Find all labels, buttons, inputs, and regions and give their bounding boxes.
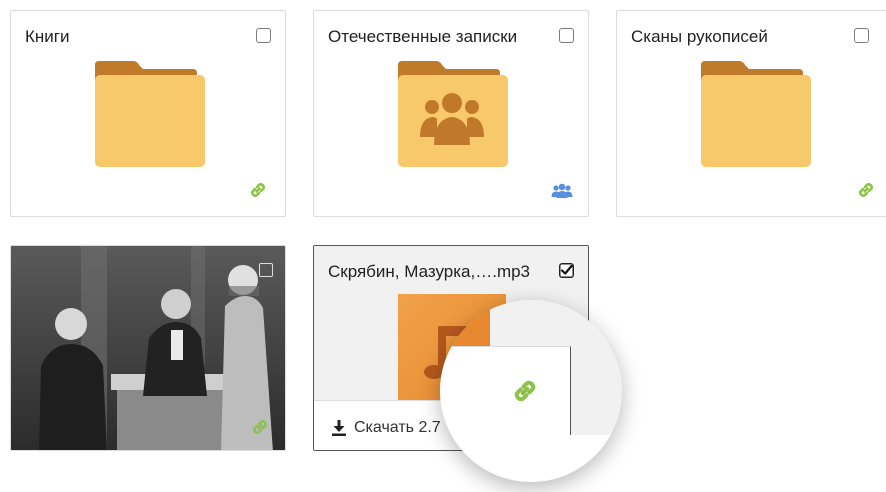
- shared-folder-icon: [398, 61, 508, 167]
- card-title: Отечественные записки: [328, 27, 518, 46]
- download-icon: [332, 420, 346, 436]
- folder-card-skany-rukopisey[interactable]: Сканы рукописей: [616, 10, 886, 217]
- card-title: Книги: [25, 27, 70, 46]
- select-checkbox[interactable]: [256, 28, 271, 43]
- link-icon[interactable]: [251, 418, 269, 436]
- select-checkbox[interactable]: [259, 263, 273, 277]
- link-icon[interactable]: [249, 181, 267, 199]
- music-file-icon: [440, 300, 490, 348]
- photo-card[interactable]: [10, 245, 286, 451]
- family-photo: [11, 246, 285, 450]
- folder-icon: [701, 61, 811, 167]
- link-icon[interactable]: [512, 378, 538, 404]
- magnified-card-footer: [440, 346, 571, 436]
- card-title: Скрябин, Мазурка,….mp3: [328, 262, 531, 281]
- folder-icon: [95, 61, 205, 167]
- download-label: Скачать 2.7: [354, 419, 441, 436]
- magnifier-callout: [440, 300, 622, 482]
- folder-card-knigi[interactable]: Книги: [10, 10, 286, 217]
- select-checkbox[interactable]: [559, 28, 574, 43]
- link-icon[interactable]: [857, 181, 875, 199]
- select-checkbox-checked[interactable]: [559, 263, 574, 278]
- download-link[interactable]: Скачать 2.7: [332, 419, 441, 437]
- folder-card-otechestvennye-zapiski[interactable]: Отечественные записки: [313, 10, 589, 217]
- card-title: Сканы рукописей: [631, 27, 768, 46]
- shared-users-icon[interactable]: [550, 183, 574, 199]
- select-checkbox[interactable]: [854, 28, 869, 43]
